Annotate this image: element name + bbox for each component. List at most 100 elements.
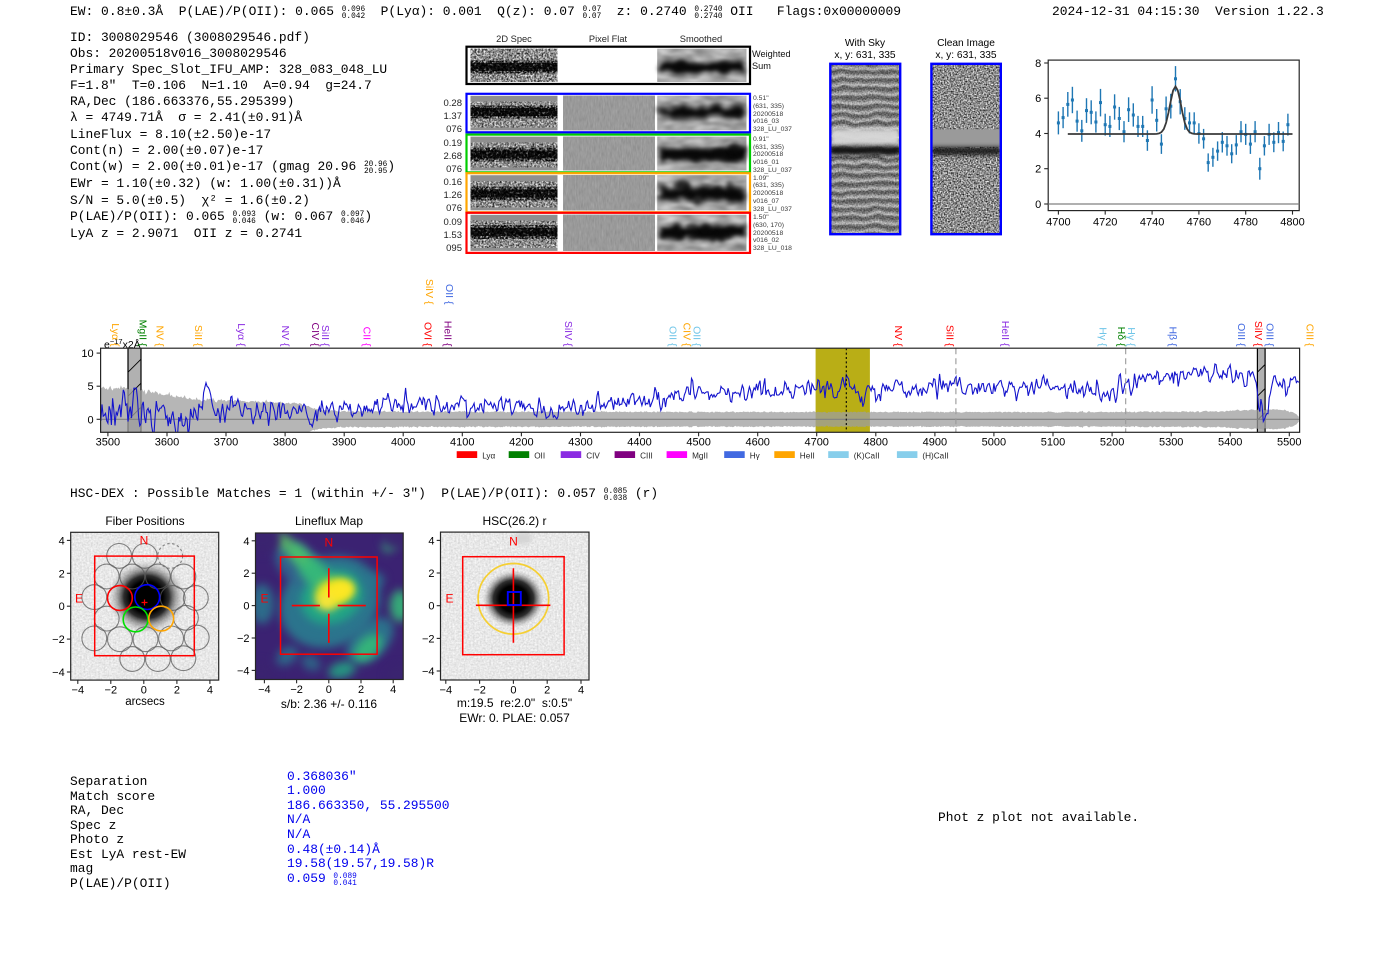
- svg-text:Lyα {: Lyα {: [235, 323, 247, 347]
- svg-text:4: 4: [243, 536, 249, 548]
- svg-text:0: 0: [1035, 199, 1041, 211]
- svg-text:HeII: HeII: [800, 451, 815, 460]
- svg-text:SiIV {: SiIV {: [423, 279, 435, 305]
- svg-text:OVI {: OVI {: [421, 322, 433, 347]
- svg-text:4: 4: [59, 535, 65, 547]
- svg-text:Hγ {: Hγ {: [1096, 327, 1108, 347]
- svg-text:0: 0: [59, 601, 65, 613]
- svg-text:MgII: MgII: [692, 451, 708, 460]
- svg-text:NV {: NV {: [892, 325, 904, 347]
- svg-text:−2: −2: [237, 633, 250, 645]
- svg-text:2: 2: [428, 568, 434, 580]
- svg-text:8: 8: [1035, 58, 1041, 70]
- svg-text:2: 2: [544, 685, 550, 697]
- svg-text:−4: −4: [237, 665, 250, 677]
- svg-text:Hγ: Hγ: [750, 451, 761, 460]
- svg-text:NV {: NV {: [279, 325, 291, 347]
- svg-text:E: E: [75, 592, 83, 606]
- svg-text:−4: −4: [258, 684, 271, 696]
- svg-text:2: 2: [1035, 164, 1041, 176]
- svg-text:2: 2: [243, 568, 249, 580]
- svg-text:4800: 4800: [1280, 217, 1304, 229]
- svg-text:2: 2: [174, 685, 180, 697]
- svg-text:SiIV {: SiIV {: [1252, 321, 1264, 347]
- svg-text:4: 4: [428, 535, 434, 547]
- svg-text:4000: 4000: [391, 437, 415, 449]
- svg-text:3500: 3500: [96, 437, 120, 449]
- svg-text:N: N: [324, 536, 333, 550]
- svg-text:OII: OII: [534, 451, 545, 460]
- svg-text:5500: 5500: [1277, 437, 1301, 449]
- svg-text:SiII {: SiII {: [943, 325, 955, 347]
- svg-text:4: 4: [1035, 129, 1041, 141]
- svg-text:E: E: [445, 592, 453, 606]
- svg-text:SiII {: SiII {: [319, 325, 331, 347]
- svg-text:CIII {: CIII {: [1303, 324, 1315, 347]
- svg-text:SiIV {: SiIV {: [562, 321, 574, 347]
- svg-text:4780: 4780: [1233, 217, 1257, 229]
- svg-text:CIII: CIII: [640, 451, 653, 460]
- svg-text:5100: 5100: [1041, 437, 1065, 449]
- svg-text:5200: 5200: [1100, 437, 1124, 449]
- svg-text:CII {: CII {: [361, 327, 373, 347]
- svg-text:4600: 4600: [745, 437, 769, 449]
- svg-text:4760: 4760: [1187, 217, 1211, 229]
- svg-text:2: 2: [358, 684, 364, 696]
- svg-text:(H)CaII: (H)CaII: [922, 451, 948, 460]
- svg-text:NV {: NV {: [153, 325, 165, 347]
- svg-text:4740: 4740: [1140, 217, 1164, 229]
- svg-text:−2: −2: [105, 685, 118, 697]
- svg-text:5: 5: [87, 381, 93, 393]
- svg-text:−4: −4: [422, 666, 435, 678]
- svg-text:OII {: OII {: [691, 326, 703, 347]
- svg-text:HeII {: HeII {: [999, 321, 1011, 347]
- svg-text:5400: 5400: [1218, 437, 1242, 449]
- svg-text:OII {: OII {: [666, 326, 678, 347]
- svg-text:−2: −2: [422, 633, 435, 645]
- svg-text:OIII {: OIII {: [1235, 323, 1247, 347]
- svg-text:4: 4: [578, 685, 584, 697]
- svg-text:4: 4: [390, 684, 396, 696]
- svg-text:N: N: [509, 535, 518, 549]
- svg-text:10: 10: [81, 348, 93, 360]
- svg-text:3800: 3800: [273, 437, 297, 449]
- svg-text:−2: −2: [290, 684, 303, 696]
- svg-text:3900: 3900: [332, 437, 356, 449]
- svg-text:4400: 4400: [627, 437, 651, 449]
- svg-text:CIV: CIV: [586, 451, 600, 460]
- svg-text:Hβ {: Hβ {: [1166, 326, 1178, 347]
- svg-text:4100: 4100: [450, 437, 474, 449]
- svg-text:SiII {: SiII {: [192, 325, 204, 347]
- svg-text:Lyα: Lyα: [482, 451, 495, 460]
- svg-text:0: 0: [243, 601, 249, 613]
- svg-text:0: 0: [326, 684, 332, 696]
- svg-text:4500: 4500: [686, 437, 710, 449]
- svg-text:Hγ {: Hγ {: [1125, 327, 1137, 347]
- svg-text:HeII {: HeII {: [441, 321, 453, 347]
- svg-text:4800: 4800: [864, 437, 888, 449]
- svg-text:E: E: [260, 592, 268, 606]
- svg-text:4900: 4900: [923, 437, 947, 449]
- svg-text:−2: −2: [473, 685, 486, 697]
- svg-text:0: 0: [428, 601, 434, 613]
- svg-text:3700: 3700: [214, 437, 238, 449]
- svg-text:−4: −4: [440, 685, 453, 697]
- svg-text:4700: 4700: [804, 437, 828, 449]
- svg-text:−2: −2: [52, 634, 65, 646]
- svg-text:4700: 4700: [1046, 217, 1070, 229]
- svg-text:(K)CaII: (K)CaII: [854, 451, 880, 460]
- svg-text:6: 6: [1035, 93, 1041, 105]
- svg-text:4200: 4200: [509, 437, 533, 449]
- svg-text:4: 4: [207, 685, 213, 697]
- svg-text:N: N: [140, 534, 149, 548]
- svg-text:−4: −4: [72, 685, 85, 697]
- svg-text:5000: 5000: [982, 437, 1006, 449]
- svg-text:3600: 3600: [155, 437, 179, 449]
- svg-text:4720: 4720: [1093, 217, 1117, 229]
- svg-text:Lyα {: Lyα {: [109, 323, 121, 347]
- svg-text:−4: −4: [52, 667, 65, 679]
- svg-text:0: 0: [87, 414, 93, 426]
- svg-text:2: 2: [59, 568, 65, 580]
- svg-text:OII {: OII {: [443, 284, 455, 305]
- svg-text:4300: 4300: [568, 437, 592, 449]
